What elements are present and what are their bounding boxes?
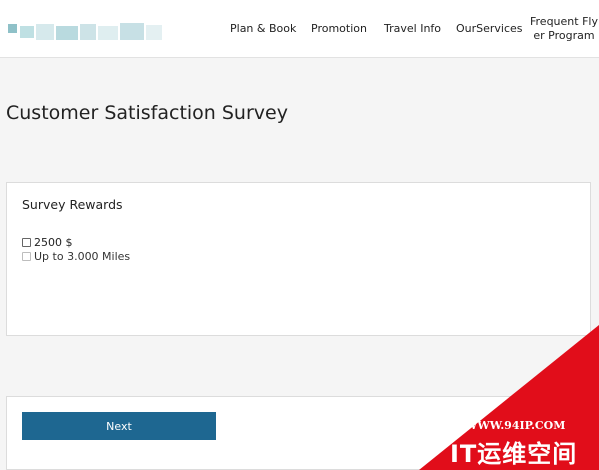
nav-travel-info[interactable]: Travel Info bbox=[384, 22, 441, 35]
survey-rewards-title: Survey Rewards bbox=[22, 197, 123, 212]
nav-frequent-flyer-program[interactable]: Frequent Fly er Program bbox=[528, 15, 599, 43]
reward-cash-label: 2500 $ bbox=[34, 235, 73, 249]
nav-promotion[interactable]: Promotion bbox=[311, 22, 367, 35]
reward-option-cash[interactable]: 2500 $ bbox=[22, 235, 73, 249]
nav-plan-book[interactable]: Plan & Book bbox=[230, 22, 296, 35]
reward-miles-label: Up to 3.000 Miles bbox=[34, 249, 131, 263]
next-button[interactable]: Next bbox=[22, 412, 216, 440]
reward-cash-checkbox[interactable] bbox=[22, 237, 31, 247]
reward-miles-checkbox[interactable] bbox=[22, 251, 31, 261]
nav-ffp-line2: er Program bbox=[533, 29, 595, 42]
nav-our-services[interactable]: OurServices bbox=[456, 22, 523, 35]
page-title: Customer Satisfaction Survey bbox=[6, 102, 288, 124]
watermark-url: WWW.94IP.COM bbox=[465, 419, 566, 432]
site-header: Plan & Book Promotion Travel Info OurSer… bbox=[0, 0, 599, 58]
nav-ffp-line1: Frequent Fly bbox=[530, 15, 598, 28]
survey-rewards-card: Survey Rewards 2500 $ Up to 3.000 Miles bbox=[6, 182, 591, 336]
reward-option-miles[interactable]: Up to 3.000 Miles bbox=[22, 249, 130, 263]
watermark-brand: IT运维空间 bbox=[450, 440, 578, 468]
airline-logo[interactable] bbox=[8, 18, 164, 46]
